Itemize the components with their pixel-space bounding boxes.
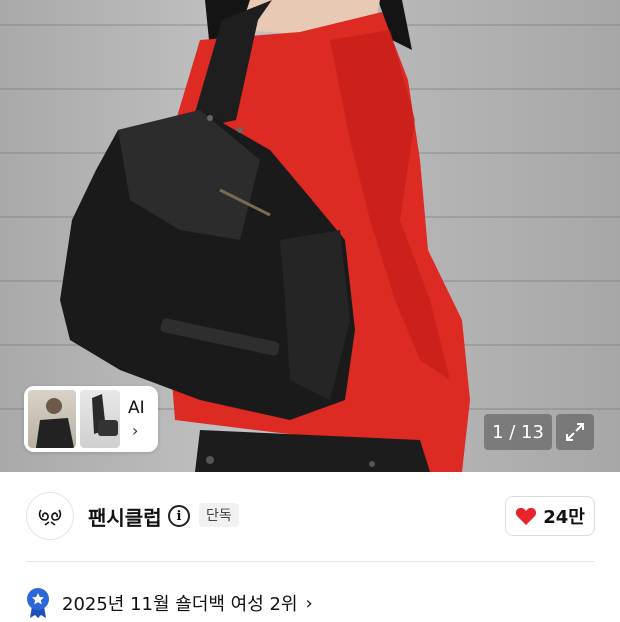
- ai-similar-items-card[interactable]: AI ›: [24, 386, 158, 452]
- chevron-right-icon: ›: [305, 592, 313, 614]
- ai-label: AI: [128, 398, 145, 418]
- image-counter: 1 / 13: [484, 414, 552, 450]
- chevron-right-icon: ›: [132, 421, 139, 440]
- store-logo-icon: [38, 509, 62, 526]
- ranking-badge-icon: [26, 588, 50, 618]
- expand-arrows-icon: [566, 423, 584, 441]
- expand-button[interactable]: [556, 414, 594, 450]
- store-name[interactable]: 팬시클럽: [88, 502, 162, 531]
- product-image[interactable]: AI › 1 / 13: [0, 0, 620, 472]
- heart-icon: [516, 507, 537, 525]
- exclusive-badge: 단독: [199, 503, 239, 527]
- store-logo[interactable]: [26, 492, 74, 540]
- ai-thumbnail-2: [80, 390, 120, 448]
- ranking-text: 2025년 11월 숄더백 여성 2위: [62, 594, 298, 615]
- ai-thumbnail-1: [28, 390, 76, 448]
- like-button[interactable]: 24만: [505, 496, 595, 536]
- info-icon[interactable]: i: [168, 505, 190, 527]
- ranking-link[interactable]: 2025년 11월 숄더백 여성 2위 ›: [26, 588, 313, 618]
- like-count: 24만: [543, 507, 585, 528]
- store-info-row: 팬시클럽 i 단독 24만: [0, 472, 620, 562]
- divider: [26, 561, 594, 562]
